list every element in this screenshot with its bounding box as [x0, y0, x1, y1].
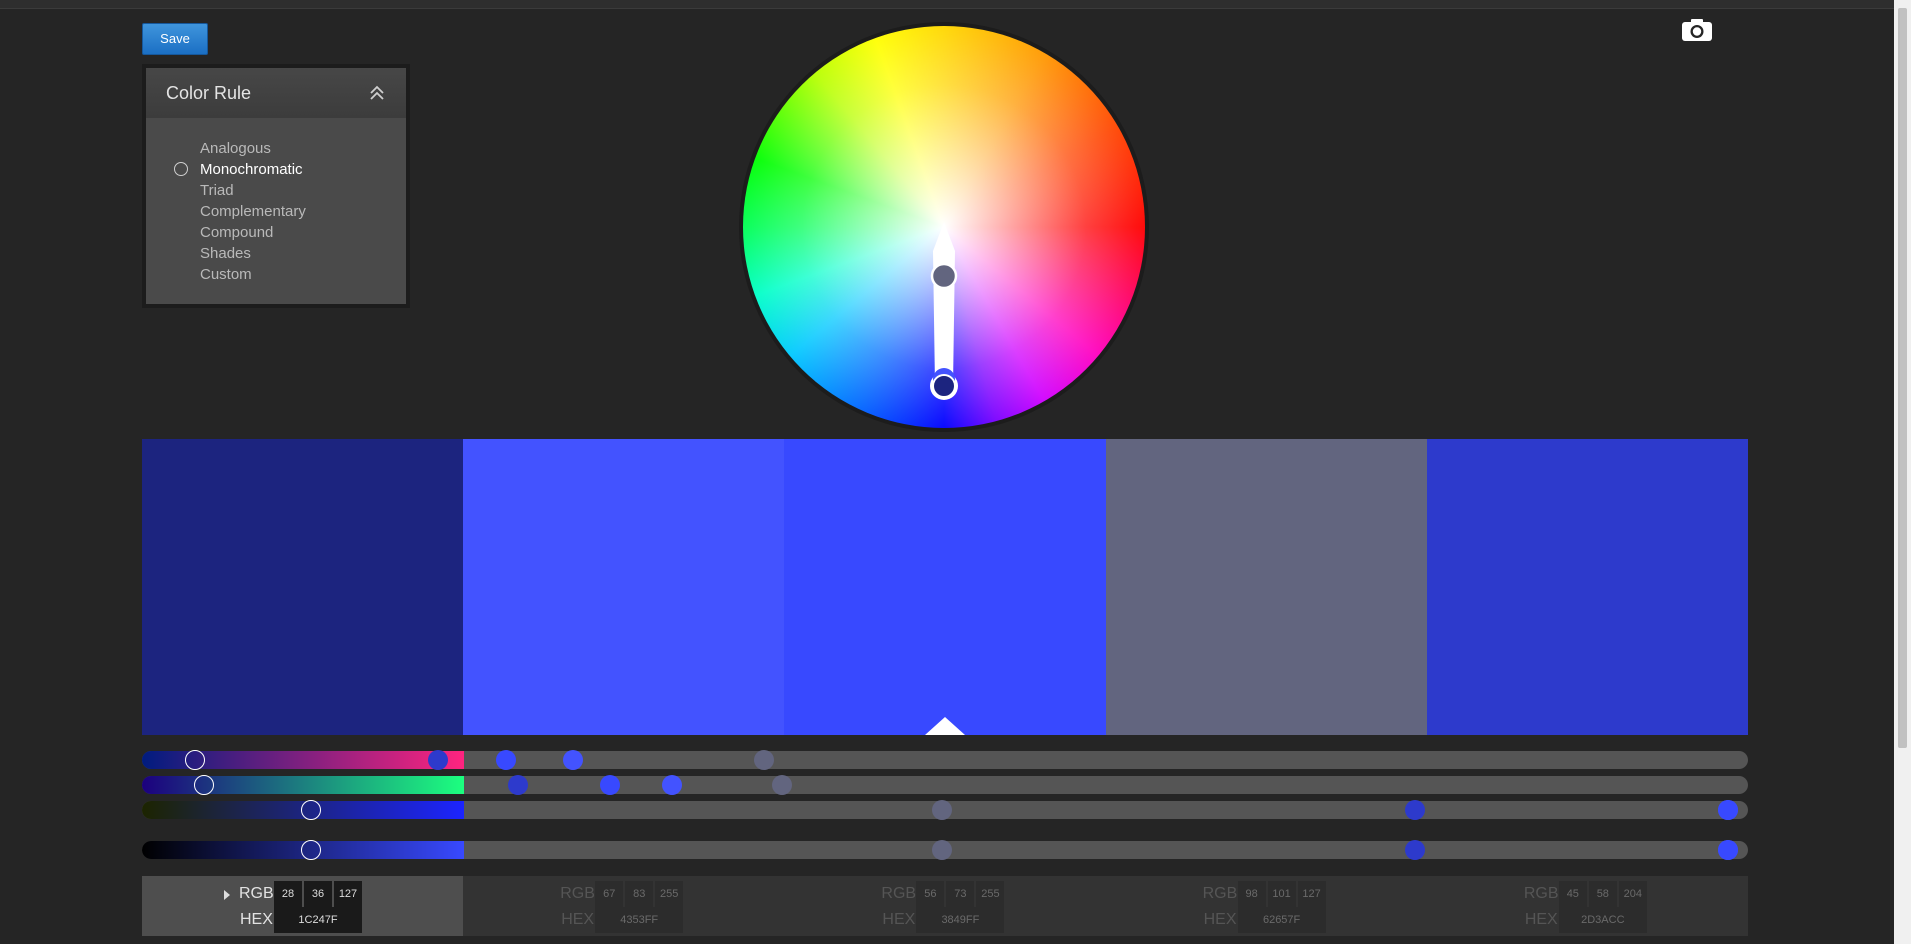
blue-handle-5[interactable]: [1404, 800, 1425, 820]
save-button[interactable]: Save: [142, 23, 208, 55]
b-value[interactable]: 255: [655, 881, 684, 907]
r-value[interactable]: 45: [1558, 881, 1587, 907]
rule-shades[interactable]: Shades: [200, 243, 251, 264]
hex-value[interactable]: 1C247F: [274, 907, 362, 933]
hex-value[interactable]: 4353FF: [595, 907, 684, 933]
rule-compound[interactable]: Compound: [200, 222, 273, 243]
swatch-5[interactable]: [1426, 439, 1749, 735]
swatch-3-base[interactable]: [784, 439, 1106, 735]
color-rule-header[interactable]: Color Rule: [146, 68, 406, 118]
values-cell-1: RGB 28 36 127 HEX 1C247F: [142, 876, 464, 936]
wheel-handle-4[interactable]: [930, 262, 958, 290]
wheel-handles: [930, 222, 958, 400]
color-rule-panel: Color Rule Analogous Monochromatic Triad…: [142, 64, 410, 308]
color-values-row: RGB 28 36 127 HEX 1C247F RGB 67 83 255 H…: [142, 876, 1749, 936]
blue-handle-4[interactable]: [931, 800, 952, 820]
rule-complementary[interactable]: Complementary: [200, 201, 306, 222]
brightness-handle-3[interactable]: [1718, 840, 1738, 860]
camera-icon[interactable]: [1681, 18, 1713, 42]
brightness-handle-4[interactable]: [931, 840, 952, 860]
color-rule-title: Color Rule: [166, 83, 252, 103]
values-cell-4: RGB 98 101 127 HEX 62657F: [1105, 876, 1427, 936]
rgb-label: RGB: [881, 885, 917, 902]
red-handle-3[interactable]: [495, 750, 516, 770]
wheel-handle-active[interactable]: [932, 374, 956, 398]
hex-label: HEX: [1203, 911, 1237, 928]
rule-custom[interactable]: Custom: [200, 264, 252, 285]
hex-label: HEX: [240, 911, 273, 928]
hex-label: HEX: [882, 911, 916, 928]
rgb-label: RGB: [1202, 885, 1238, 902]
brightness-handle-5[interactable]: [1404, 840, 1425, 860]
color-wheel[interactable]: [739, 22, 1149, 432]
rgb-label: RGB: [239, 885, 274, 902]
rule-analogous[interactable]: Analogous: [200, 138, 271, 159]
rule-monochromatic[interactable]: Monochromatic: [200, 159, 303, 180]
rgb-label: RGB: [1523, 885, 1559, 902]
b-value[interactable]: 255: [976, 881, 1005, 907]
r-value[interactable]: 56: [916, 881, 945, 907]
r-value[interactable]: 67: [595, 881, 624, 907]
rule-triad[interactable]: Triad: [200, 180, 234, 201]
b-value[interactable]: 204: [1618, 881, 1647, 907]
swatch-4[interactable]: [1105, 439, 1427, 735]
hex-label: HEX: [561, 911, 595, 928]
g-value[interactable]: 73: [946, 881, 975, 907]
g-value[interactable]: 83: [625, 881, 654, 907]
hex-value[interactable]: 2D3ACC: [1558, 907, 1647, 933]
expand-caret-icon[interactable]: [224, 890, 230, 900]
red-handle-4[interactable]: [753, 750, 774, 770]
blue-handle-3[interactable]: [1718, 800, 1738, 820]
b-value[interactable]: 127: [334, 881, 362, 907]
color-rule-list: Analogous Monochromatic Triad Complement…: [146, 118, 406, 304]
rgb-label: RGB: [560, 885, 595, 902]
hex-value[interactable]: 3849FF: [916, 907, 1005, 933]
red-slider[interactable]: [142, 751, 1748, 769]
b-value[interactable]: 127: [1297, 881, 1326, 907]
red-handle-1[interactable]: [184, 750, 205, 770]
g-value[interactable]: 101: [1267, 881, 1296, 907]
hex-label: HEX: [1524, 911, 1558, 928]
hex-value[interactable]: 62657F: [1237, 907, 1326, 933]
top-bar: [0, 0, 1911, 9]
swatch-row: [142, 439, 1749, 735]
swatch-1[interactable]: [142, 439, 464, 735]
green-slider[interactable]: [142, 776, 1748, 794]
g-value[interactable]: 58: [1588, 881, 1617, 907]
r-value[interactable]: 98: [1237, 881, 1266, 907]
values-cell-3: RGB 56 73 255 HEX 3849FF: [784, 876, 1106, 936]
selected-radio-icon: [174, 162, 188, 176]
values-cell-5: RGB 45 58 204 HEX 2D3ACC: [1426, 876, 1749, 936]
r-value[interactable]: 28: [274, 881, 302, 907]
swatch-2[interactable]: [463, 439, 785, 735]
base-color-marker-icon: [925, 717, 965, 735]
scrollbar-thumb[interactable]: [1898, 8, 1907, 748]
collapse-icon[interactable]: [368, 84, 386, 102]
values-cell-2: RGB 67 83 255 HEX 4353FF: [463, 876, 785, 936]
g-value[interactable]: 36: [304, 881, 332, 907]
green-handle-2[interactable]: [661, 775, 682, 795]
page-scrollbar[interactable]: [1894, 0, 1911, 944]
color-wheel-disc[interactable]: [743, 26, 1145, 428]
